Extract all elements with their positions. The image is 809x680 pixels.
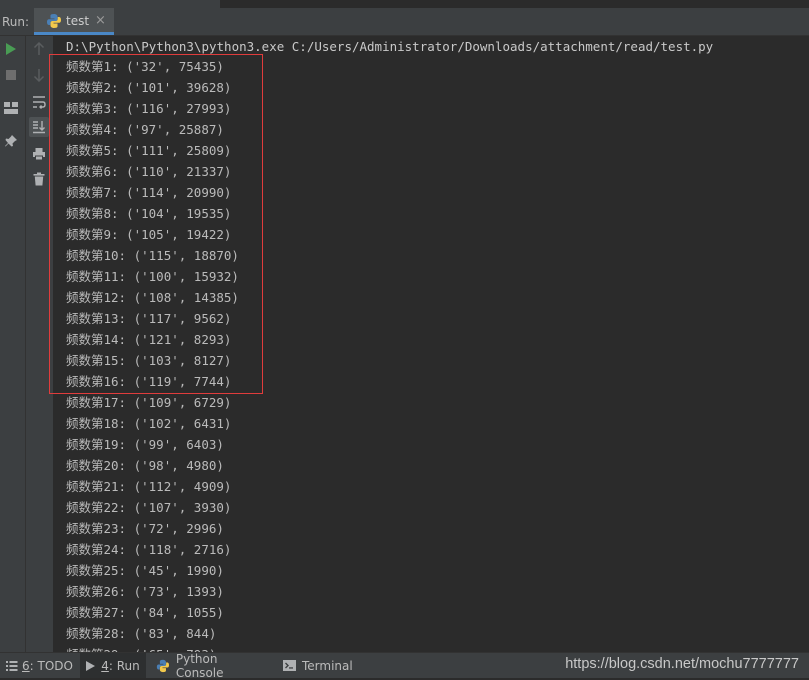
console-line: 频数第2: ('101', 39628)	[66, 80, 232, 95]
close-icon[interactable]: ×	[95, 13, 106, 28]
todo-label: : TODO	[29, 658, 73, 673]
watermark-text: https://blog.csdn.net/mochu7777777	[565, 656, 799, 672]
console-line: 频数第25: ('45', 1990)	[66, 563, 224, 578]
console-line: 频数第9: ('105', 19422)	[66, 227, 232, 242]
run-panel-title: Run:	[2, 15, 30, 29]
rerun-button[interactable]	[1, 39, 21, 59]
console-line: 频数第7: ('114', 20990)	[66, 185, 232, 200]
console-line: 频数第12: ('108', 14385)	[66, 290, 239, 305]
clear-all-button[interactable]	[29, 169, 49, 189]
tab-label: test	[66, 14, 90, 28]
console-line: 频数第13: ('117', 9562)	[66, 311, 232, 326]
print-button[interactable]	[29, 144, 49, 164]
terminal-icon	[283, 660, 296, 671]
python-console-label: Python Console	[175, 651, 224, 680]
console-line: 频数第5: ('111', 25809)	[66, 143, 232, 158]
console-line: 频数第8: ('104', 19535)	[66, 206, 232, 221]
stop-button[interactable]	[1, 65, 21, 85]
console-line: 频数第14: ('121', 8293)	[66, 332, 232, 347]
down-stack-button[interactable]	[29, 65, 49, 85]
console-line: 频数第17: ('109', 6729)	[66, 395, 232, 410]
soft-wrap-button[interactable]	[29, 92, 49, 112]
console-line: 频数第26: ('73', 1393)	[66, 584, 224, 599]
run-toolbar-secondary	[26, 36, 54, 652]
console-line: 频数第4: ('97', 25887)	[66, 122, 224, 137]
terminal-label: Terminal	[302, 658, 353, 673]
console-line: 频数第20: ('98', 4980)	[66, 458, 224, 473]
editor-edge	[220, 0, 809, 8]
soft-wrap-icon	[33, 96, 46, 109]
console-line: 频数第3: ('116', 27993)	[66, 101, 232, 116]
run-tab-bar: Run: test ×	[0, 8, 809, 36]
run-tool-label: : Run	[108, 658, 140, 673]
tab-test[interactable]: test ×	[34, 8, 114, 35]
tool-window-bar: 6: TODO 4: Run Python Console Terminal h…	[0, 651, 809, 680]
scroll-to-end-icon	[33, 121, 45, 134]
todo-shortcut-number: 6	[22, 658, 30, 673]
console-line: 频数第23: ('72', 2996)	[66, 521, 224, 536]
pin-icon	[5, 135, 17, 147]
console-line: 频数第11: ('100', 15932)	[66, 269, 239, 284]
terminal-tool-button[interactable]: Terminal	[283, 653, 353, 678]
active-tab-indicator	[34, 32, 114, 35]
restore-layout-button[interactable]	[1, 98, 21, 118]
console-line: 频数第1: ('32', 75435)	[66, 59, 224, 74]
python-icon	[46, 13, 62, 33]
console-line: 频数第15: ('103', 8127)	[66, 353, 232, 368]
python-icon	[156, 659, 169, 672]
console-command-line: D:\Python\Python3\python3.exe C:/Users/A…	[66, 39, 714, 54]
scroll-to-end-button[interactable]	[29, 117, 49, 137]
console-line: 频数第28: ('83', 844)	[66, 626, 217, 641]
top-strip	[0, 0, 809, 8]
console-line: 频数第22: ('107', 3930)	[66, 500, 232, 515]
console-line: 频数第24: ('118', 2716)	[66, 542, 232, 557]
console-line: 频数第27: ('84', 1055)	[66, 605, 224, 620]
print-icon	[33, 148, 45, 161]
down-arrow-icon	[33, 69, 45, 82]
python-console-tool-button[interactable]: Python Console	[156, 651, 268, 680]
console-line: 频数第21: ('112', 4909)	[66, 479, 232, 494]
stop-icon	[6, 70, 16, 80]
run-icon	[6, 43, 16, 55]
up-arrow-icon	[33, 42, 45, 55]
up-stack-button[interactable]	[29, 39, 49, 59]
todo-tool-button[interactable]: 6: TODO	[6, 653, 76, 678]
console-line: 频数第16: ('119', 7744)	[66, 374, 232, 389]
run-toolbar-primary	[0, 36, 26, 652]
run-tool-button[interactable]: 4: Run	[80, 653, 146, 678]
pin-tab-button[interactable]	[1, 131, 21, 151]
run-shortcut-number: 4	[101, 658, 109, 673]
console-line: 频数第19: ('99', 6403)	[66, 437, 224, 452]
console-line: 频数第10: ('115', 18870)	[66, 248, 239, 263]
list-icon	[6, 661, 18, 671]
console-line: 频数第6: ('110', 21337)	[66, 164, 232, 179]
console-line: 频数第18: ('102', 6431)	[66, 416, 232, 431]
layout-icon	[4, 102, 18, 114]
trash-icon	[33, 172, 45, 186]
run-icon	[86, 660, 96, 671]
console-output[interactable]: D:\Python\Python3\python3.exe C:/Users/A…	[54, 36, 809, 652]
